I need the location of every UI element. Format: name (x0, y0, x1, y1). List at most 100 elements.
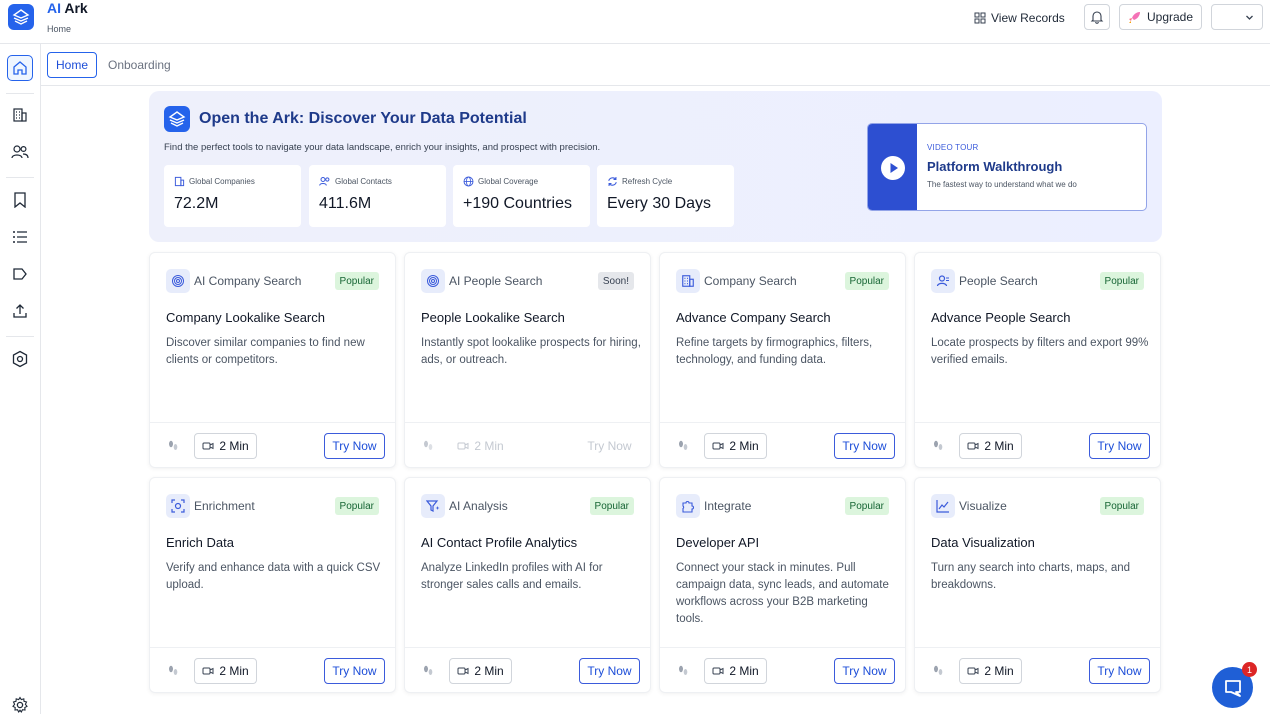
ark-logo-icon (164, 106, 190, 132)
status-badge: Popular (334, 272, 379, 290)
feature-card-people-lookalike: AI People Search Soon! People Lookalike … (404, 252, 651, 468)
video-camera-icon (712, 667, 724, 675)
card-category: Enrichment (194, 499, 255, 513)
card-description: Refine targets by firmographics, filters… (676, 337, 873, 366)
hero-subtitle: Find the perfect tools to navigate your … (164, 142, 601, 153)
try-now-button[interactable]: Try Now (579, 658, 640, 684)
card-title: Data Visualization (931, 535, 1035, 550)
view-records-button[interactable]: View Records (974, 8, 1065, 28)
tab-home[interactable]: Home (47, 52, 98, 78)
duration-label: 2 Min (474, 664, 504, 678)
duration-label: 2 Min (984, 439, 1014, 453)
filter-sparkle-icon (421, 494, 445, 518)
try-now-button[interactable]: Try Now (834, 658, 895, 684)
video-duration-button[interactable]: 2 Min (959, 658, 1022, 684)
feature-card-company-lookalike: AI Company Search Popular Company Lookal… (149, 252, 396, 468)
card-title: Advance Company Search (676, 310, 831, 325)
try-now-button[interactable]: Try Now (324, 658, 385, 684)
breadcrumb[interactable]: Home (47, 24, 71, 34)
sidebar-item-saved[interactable] (7, 187, 33, 213)
chevron-down-icon (1246, 15, 1253, 20)
enrichment-icon (166, 494, 190, 518)
card-title: Enrich Data (166, 535, 234, 550)
card-description: Analyze LinkedIn profiles with AI for st… (421, 562, 603, 591)
gear-icon (12, 696, 28, 714)
feature-card-enrich-data: Enrichment Popular Enrich Data Verify an… (149, 477, 396, 693)
video-camera-icon (457, 442, 469, 450)
account-dropdown[interactable] (1211, 4, 1263, 30)
card-divider (915, 422, 1160, 423)
stat-label: Global Companies (189, 177, 255, 186)
puzzle-icon (676, 494, 700, 518)
sidebar (0, 44, 41, 714)
sidebar-divider (6, 336, 34, 337)
status-badge: Popular (1099, 497, 1144, 515)
bookmark-icon (14, 192, 26, 208)
feature-card-company-search: Company Search Popular Advance Company S… (659, 252, 906, 468)
try-now-button: Try Now (579, 433, 640, 459)
sidebar-item-tags[interactable] (7, 261, 33, 287)
feature-card-developer-api: Integrate Popular Developer API Connect … (659, 477, 906, 693)
card-title: Developer API (676, 535, 760, 550)
chat-bubble-icon (1224, 679, 1241, 697)
try-now-button[interactable]: Try Now (1089, 658, 1150, 684)
card-description: Verify and enhance data with a quick CSV… (166, 562, 381, 591)
video-duration-button: 2 Min (449, 433, 512, 459)
stat-value: 411.6M (319, 195, 372, 212)
status-badge: Popular (844, 272, 889, 290)
video-duration-button[interactable]: 2 Min (704, 658, 767, 684)
feature-card-data-visualization: Visualize Popular Data Visualization Tur… (914, 477, 1161, 693)
globe-icon (463, 176, 474, 187)
tab-onboarding[interactable]: Onboarding (100, 52, 179, 78)
ark-logo-icon[interactable] (8, 4, 34, 30)
status-badge: Popular (334, 497, 379, 515)
sidebar-item-enrichment[interactable] (7, 346, 33, 372)
footsteps-icon (676, 439, 690, 453)
status-badge: Popular (844, 497, 889, 515)
try-now-button[interactable]: Try Now (324, 433, 385, 459)
stat-global-contacts: Global Contacts 411.6M (309, 165, 446, 227)
sidebar-item-companies[interactable] (7, 102, 33, 128)
video-duration-button[interactable]: 2 Min (959, 433, 1022, 459)
video-duration-button[interactable]: 2 Min (194, 658, 257, 684)
sidebar-item-people[interactable] (7, 139, 33, 165)
feature-card-ai-analysis: AI Analysis Popular AI Contact Profile A… (404, 477, 651, 693)
footsteps-icon (421, 664, 435, 678)
video-duration-button[interactable]: 2 Min (449, 658, 512, 684)
sidebar-item-home[interactable] (7, 55, 33, 81)
upgrade-label: Upgrade (1146, 10, 1194, 24)
hexagon-icon (12, 350, 28, 368)
try-now-button[interactable]: Try Now (1089, 433, 1150, 459)
stat-value: Every 30 Days (607, 195, 712, 212)
card-divider (660, 422, 905, 423)
building-icon (13, 108, 27, 122)
video-camera-icon (202, 442, 214, 450)
video-duration-button[interactable]: 2 Min (704, 433, 767, 459)
sidebar-item-settings[interactable] (7, 692, 33, 714)
sidebar-item-lists[interactable] (7, 224, 33, 250)
footsteps-icon (676, 664, 690, 678)
video-camera-icon (457, 667, 469, 675)
status-badge: Soon! (597, 272, 634, 290)
card-divider (405, 422, 650, 423)
card-category: AI People Search (449, 274, 543, 288)
status-badge: Popular (1099, 272, 1144, 290)
upgrade-button[interactable]: Upgrade (1119, 4, 1202, 30)
try-now-button[interactable]: Try Now (834, 433, 895, 459)
stat-global-coverage: Global Coverage +190 Countries (453, 165, 590, 227)
video-duration-button[interactable]: 2 Min (194, 433, 257, 459)
building-icon (174, 176, 185, 187)
card-divider (660, 647, 905, 648)
stat-value: +190 Countries (463, 195, 572, 212)
bell-icon (1090, 11, 1104, 24)
card-divider (915, 647, 1160, 648)
notifications-button[interactable] (1084, 4, 1110, 30)
video-thumbnail[interactable] (868, 124, 917, 210)
card-description: Discover similar companies to find new c… (166, 337, 365, 366)
view-records-label: View Records (991, 11, 1065, 25)
footsteps-icon (166, 664, 180, 678)
rocket-icon (1128, 11, 1140, 23)
video-tour-card[interactable]: VIDEO TOUR Platform Walkthrough The fast… (867, 123, 1147, 211)
sidebar-item-upload[interactable] (7, 298, 33, 324)
video-camera-icon (202, 667, 214, 675)
